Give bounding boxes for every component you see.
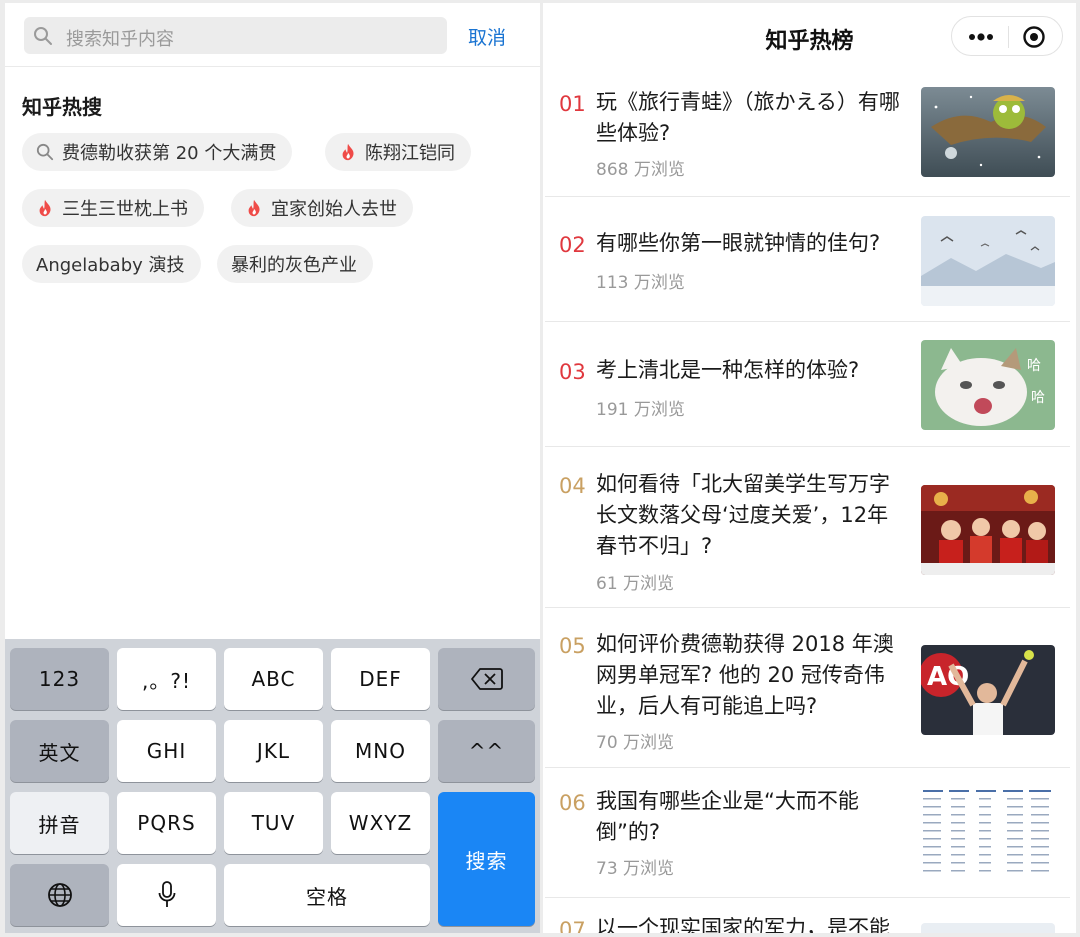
svg-text:哈: 哈 — [1031, 390, 1045, 406]
question-title: 有哪些你第一眼就钟情的佳句? — [596, 231, 881, 255]
hot-list-panel: 知乎热榜 01 玩《旅行青蛙》（旅かえる）有哪些体验? 868 万浏览 02 有… — [543, 3, 1076, 933]
fire-icon — [39, 199, 51, 217]
list-item[interactable]: 05 如何评价费德勒获得 2018 年澳网男单冠军? 他的 20 冠传奇伟业，后… — [543, 608, 1076, 768]
view-count: 191 万浏览 — [596, 400, 685, 420]
rank-number: 03 — [559, 360, 586, 384]
fire-icon — [342, 143, 354, 161]
close-mini-program-icon[interactable] — [1022, 25, 1046, 49]
view-count: 113 万浏览 — [596, 273, 685, 293]
thumbnail-image: 哈 哈 — [921, 340, 1055, 430]
list-item[interactable]: 07 以一个现实国家的军力，是不能 — [543, 898, 1076, 933]
key-mno[interactable]: MNO — [331, 720, 430, 782]
hot-search-chip[interactable]: 费德勒收获第 20 个大满贯 — [22, 133, 293, 171]
view-count: 61 万浏览 — [596, 574, 675, 594]
key-def[interactable]: DEF — [331, 648, 430, 710]
more-icon[interactable] — [968, 27, 994, 47]
list-item[interactable]: 06 我国有哪些企业是“大而不能倒”的? 73 万浏览 — [543, 768, 1076, 898]
hot-search-chip[interactable]: 陈翔江铠同 — [325, 133, 471, 171]
key-ghi[interactable]: GHI — [117, 720, 216, 782]
rank-number: 05 — [559, 634, 586, 658]
search-icon — [34, 27, 52, 45]
nav-bar: 知乎热榜 — [543, 3, 1076, 73]
search-input[interactable]: 搜索知乎内容 — [24, 17, 447, 54]
thumbnail-image — [921, 923, 1055, 933]
key-abc[interactable]: ABC — [224, 648, 323, 710]
question-title: 我国有哪些企业是“大而不能倒”的? — [596, 789, 859, 844]
view-count: 70 万浏览 — [596, 733, 675, 753]
search-placeholder: 搜索知乎内容 — [66, 29, 174, 50]
rank-number: 06 — [559, 791, 586, 815]
key-punctuation[interactable]: ,。?! — [117, 648, 216, 710]
thumbnail-image — [921, 216, 1055, 306]
rank-number: 04 — [559, 474, 586, 498]
chip-label: 暴利的灰色产业 — [231, 255, 357, 276]
thumbnail-image — [921, 786, 1055, 876]
chip-label: 费德勒收获第 20 个大满贯 — [62, 143, 277, 164]
key-english[interactable]: 英文 — [10, 720, 109, 782]
key-wxyz[interactable]: WXYZ — [331, 792, 430, 854]
key-space[interactable]: 空格 — [224, 864, 430, 926]
globe-icon — [47, 883, 72, 907]
key-microphone[interactable] — [117, 864, 216, 926]
key-123[interactable]: 123 — [10, 648, 109, 710]
hot-search-chip[interactable]: 三生三世枕上书 — [22, 189, 204, 227]
key-jkl[interactable]: JKL — [224, 720, 323, 782]
thumbnail-image — [921, 87, 1055, 177]
thumbnail-image — [921, 485, 1055, 575]
key-pqrs[interactable]: PQRS — [117, 792, 216, 854]
view-count: 73 万浏览 — [596, 859, 675, 879]
key-search[interactable]: 搜索 — [438, 792, 535, 926]
key-globe[interactable] — [10, 864, 109, 926]
list-item[interactable]: 03 考上清北是一种怎样的体验? 191 万浏览 哈 哈 — [543, 322, 1076, 447]
rank-number: 01 — [559, 92, 586, 116]
svg-text:哈: 哈 — [1027, 358, 1041, 374]
question-title: 如何看待「北大留美学生写万字长文数落父母‘过度关爱’，12年春节不归」? — [596, 472, 890, 558]
hot-search-chip[interactable]: Angelababy 演技 — [22, 245, 201, 283]
rank-number: 02 — [559, 233, 586, 257]
key-delete[interactable] — [438, 648, 535, 710]
view-count: 868 万浏览 — [596, 160, 685, 180]
fire-icon — [248, 199, 260, 217]
search-panel: 搜索知乎内容 取消 知乎热搜 费德勒收获第 20 个大满贯 陈翔江铠同 三生三世… — [5, 3, 540, 933]
chip-label: 三生三世枕上书 — [62, 199, 188, 220]
question-title: 考上清北是一种怎样的体验? — [596, 358, 860, 382]
cancel-button[interactable]: 取消 — [468, 23, 506, 50]
chip-label: Angelababy 演技 — [36, 255, 185, 276]
chip-label: 宜家创始人去世 — [271, 199, 397, 220]
chip-label: 陈翔江铠同 — [365, 143, 455, 164]
question-title: 如何评价费德勒获得 2018 年澳网男单冠军? 他的 20 冠传奇伟业，后人有可… — [596, 632, 894, 718]
hot-search-chip[interactable]: 暴利的灰色产业 — [217, 245, 373, 283]
capsule-divider — [1008, 26, 1009, 48]
thumbnail-image: AO — [921, 645, 1055, 735]
question-title: 以一个现实国家的军力，是不能 — [596, 916, 890, 933]
mini-program-capsule — [951, 16, 1063, 56]
backspace-icon — [470, 668, 503, 690]
hot-search-chip[interactable]: 宜家创始人去世 — [231, 189, 413, 227]
search-header: 搜索知乎内容 取消 — [5, 3, 540, 67]
microphone-icon — [158, 881, 175, 907]
rank-number: 07 — [559, 918, 586, 933]
list-item[interactable]: 02 有哪些你第一眼就钟情的佳句? 113 万浏览 — [543, 197, 1076, 322]
key-pinyin[interactable]: 拼音 — [10, 792, 109, 854]
keyboard: 123 ,。?! ABC DEF 英文 GHI JKL MNO ^^ 拼音 PQ… — [5, 639, 540, 933]
key-tuv[interactable]: TUV — [224, 792, 323, 854]
list-item[interactable]: 04 如何看待「北大留美学生写万字长文数落父母‘过度关爱’，12年春节不归」? … — [543, 447, 1076, 608]
search-icon — [36, 143, 54, 161]
hot-search-title: 知乎热搜 — [22, 95, 102, 119]
question-title: 玩《旅行青蛙》（旅かえる）有哪些体验? — [596, 90, 900, 145]
list-item[interactable]: 01 玩《旅行青蛙》（旅かえる）有哪些体验? 868 万浏览 — [543, 75, 1076, 197]
key-emoticon[interactable]: ^^ — [438, 720, 535, 782]
